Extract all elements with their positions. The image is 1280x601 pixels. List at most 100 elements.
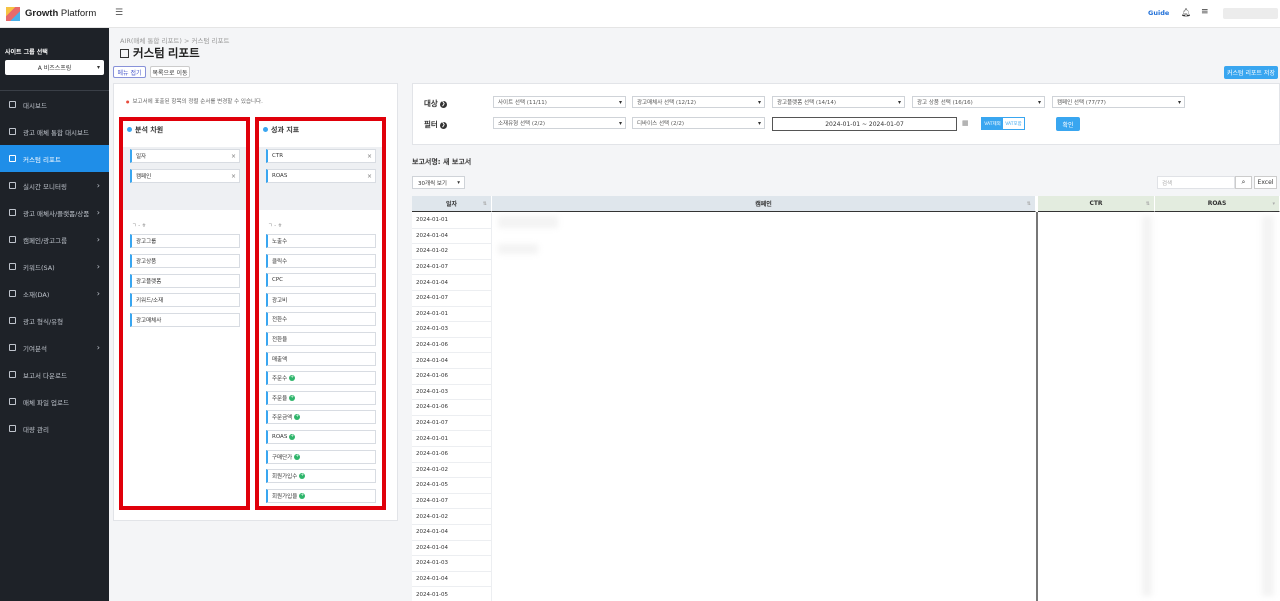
metric-available-chip[interactable]: 노출수 <box>266 234 376 248</box>
metric-available-chip[interactable]: 주문금액 + <box>266 410 376 425</box>
date-range-input[interactable]: 2024-01-01 ~ 2024-01-07 <box>772 117 957 131</box>
sidebar-item-8[interactable]: 광고 형식/유형 <box>0 307 109 334</box>
filter-select-0[interactable]: 소재유형 선택 (2/2) <box>493 117 626 129</box>
to-list-button[interactable]: 목록으로 이동 <box>150 66 190 78</box>
target-select-3[interactable]: 광고 상품 선택 (16/16) <box>912 96 1045 108</box>
filter-select-1[interactable]: 디바이스 선택 (2/2) <box>632 117 765 129</box>
vat-toggle[interactable]: VAT제외 VAT포함 <box>981 117 1025 130</box>
sidebar-item-2[interactable]: 커스텀 리포트 <box>0 145 109 172</box>
confirm-button[interactable]: 확인 <box>1056 117 1080 131</box>
chip-label: 구매단가 <box>272 454 293 461</box>
metric-available-chip[interactable]: 회원가입수 + <box>266 469 376 484</box>
menu-icon <box>9 317 16 324</box>
close-icon[interactable]: × <box>367 173 372 180</box>
metric-selected-chip[interactable]: CTR × <box>266 149 376 163</box>
dimension-available-chip[interactable]: 광고매체사 <box>130 313 240 328</box>
calc-badge-icon: + <box>289 375 296 382</box>
table-row-date: 2024-01-06 <box>412 447 492 463</box>
target-select-4[interactable]: 캠페인 선택 (77/77) <box>1052 96 1185 108</box>
logo[interactable]: Growth Platform <box>0 0 109 28</box>
sort-icon: ⇅ <box>1026 200 1031 207</box>
sidebar-item-4[interactable]: 광고 매체사/플랫폼/상품 › <box>0 199 109 226</box>
close-icon[interactable]: × <box>231 173 236 180</box>
report-table: 일자 ⇅ 캠페인 ⇅ CTR ⇅ ROAS ▾ 2024-01-01 2024-01-04… <box>412 196 1280 601</box>
column-header-date-label: 일자 <box>445 201 458 208</box>
column-header-ctr[interactable]: CTR ⇅ <box>1038 196 1155 212</box>
sidebar-item-10[interactable]: 보고서 다운로드 <box>0 361 109 388</box>
table-row-date: 2024-01-04 <box>412 353 492 369</box>
sidebar-item-1[interactable]: 광고 매체 통합 대시보드 <box>0 118 109 145</box>
metric-available-chip[interactable]: 전환율 <box>266 332 376 346</box>
metric-available-chip[interactable]: 매출액 <box>266 351 376 366</box>
table-row-date: 2024-01-01 <box>412 431 492 447</box>
metric-available-chip[interactable]: ROAS + <box>266 430 376 444</box>
user-account[interactable] <box>1223 8 1278 19</box>
menu-icon <box>9 209 16 216</box>
metric-available-chip[interactable]: 클릭수 <box>266 253 376 268</box>
grid-menu-icon[interactable]: ≡ <box>1201 7 1209 17</box>
dimension-available-chip[interactable]: 광고플랫폼 <box>130 273 240 288</box>
guide-link[interactable]: Guide <box>1148 9 1169 17</box>
table-row-date: 2024-01-03 <box>412 322 492 338</box>
dimension-available-chip[interactable]: 키워드/소재 <box>130 293 240 308</box>
column-header-ctr-label: CTR <box>1089 200 1103 207</box>
search-icon[interactable]: ⌕ <box>1235 176 1252 189</box>
close-icon[interactable]: × <box>367 153 372 160</box>
sidebar-item-9[interactable]: 기여분석 › <box>0 334 109 361</box>
vat-excl-option[interactable]: VAT제외 <box>982 118 1003 129</box>
sidebar-item-5[interactable]: 캠페인/광고그룹 › <box>0 226 109 253</box>
sidebar-item-3[interactable]: 실시간 모니터링 › <box>0 172 109 199</box>
dimension-selected-chip[interactable]: 일자 × <box>130 149 240 163</box>
metric-available-chip[interactable]: 주문수 + <box>266 371 376 386</box>
metric-available-chip[interactable]: CPC <box>266 273 376 288</box>
sidebar-item-6[interactable]: 키워드(SA) › <box>0 253 109 280</box>
chip-label: 캠페인 <box>136 174 152 180</box>
column-divider <box>1036 212 1038 601</box>
excel-button[interactable]: Excel <box>1254 176 1277 189</box>
table-row-date: 2024-01-06 <box>412 337 492 354</box>
sort-desc-icon: ▾ <box>1272 200 1275 207</box>
page-title-text: 커스텀 리포트 <box>133 48 200 60</box>
sidebar-item-11[interactable]: 매체 파일 업로드 <box>0 388 109 415</box>
column-header-campaign[interactable]: 캠페인 ⇅ <box>492 196 1036 212</box>
table-row-date: 2024-01-01 <box>412 213 492 229</box>
dimension-selected-chip[interactable]: 캠페인 × <box>130 169 240 183</box>
vat-incl-option[interactable]: VAT포함 <box>1003 118 1024 129</box>
table-row-date: 2024-01-04 <box>412 571 492 588</box>
menu-collapse-button[interactable]: 메뉴 접기 <box>113 66 146 78</box>
menu-icon <box>9 128 16 135</box>
sidebar-item-7[interactable]: 소재(DA) › <box>0 280 109 307</box>
search-input[interactable]: 검색 <box>1157 176 1235 189</box>
column-header-roas[interactable]: ROAS ▾ <box>1155 196 1280 212</box>
close-icon[interactable]: × <box>231 153 236 160</box>
hamburger-icon[interactable]: ☰ <box>115 8 123 18</box>
chip-label: ROAS <box>272 173 288 179</box>
per-page-select[interactable]: 30개씩 보기 <box>412 176 465 189</box>
dimension-available-chip[interactable]: 광고그룹 <box>130 234 240 248</box>
dimensions-sort-label[interactable]: ㄱ - ㅎ <box>132 222 146 229</box>
metric-available-chip[interactable]: 광고비 <box>266 292 376 307</box>
menu-icon <box>9 101 16 108</box>
sidebar-item-label: 실시간 모니터링 <box>23 182 67 191</box>
save-report-button[interactable]: 커스텀 리포트 저장 <box>1224 66 1278 79</box>
chip-label: ROAS <box>272 434 288 440</box>
sidebar-item-0[interactable]: 대시보드 <box>0 91 109 118</box>
bell-icon[interactable]: 🔔︎ <box>1181 8 1191 17</box>
chip-label: 광고플랫폼 <box>136 278 162 285</box>
metric-available-chip[interactable]: 주문율 + <box>266 390 376 405</box>
metrics-sort-label[interactable]: ㄱ - ㅎ <box>268 222 282 229</box>
metric-available-chip[interactable]: 전환수 <box>266 312 376 327</box>
target-select-0[interactable]: 사이트 선택 (11/11) <box>493 96 626 108</box>
site-group-select[interactable]: A 비즈스프링 <box>5 60 104 75</box>
metric-available-chip[interactable]: 구매단가 + <box>266 449 376 464</box>
metric-selected-chip[interactable]: ROAS × <box>266 169 376 183</box>
target-select-2[interactable]: 광고플랫폼 선택 (14/14) <box>772 96 905 108</box>
target-select-1[interactable]: 광고매체사 선택 (12/12) <box>632 96 765 108</box>
metric-available-chip[interactable]: 회원가입율 + <box>266 488 376 503</box>
sidebar-item-12[interactable]: 대량 관리 <box>0 415 109 442</box>
calendar-icon[interactable]: ▦ <box>962 119 969 127</box>
column-header-date[interactable]: 일자 ⇅ <box>412 196 492 212</box>
dimension-available-chip[interactable]: 광고상품 <box>130 253 240 268</box>
table-row-date: 2024-01-02 <box>412 244 492 260</box>
sidebar-item-label: 보고서 다운로드 <box>23 371 67 380</box>
